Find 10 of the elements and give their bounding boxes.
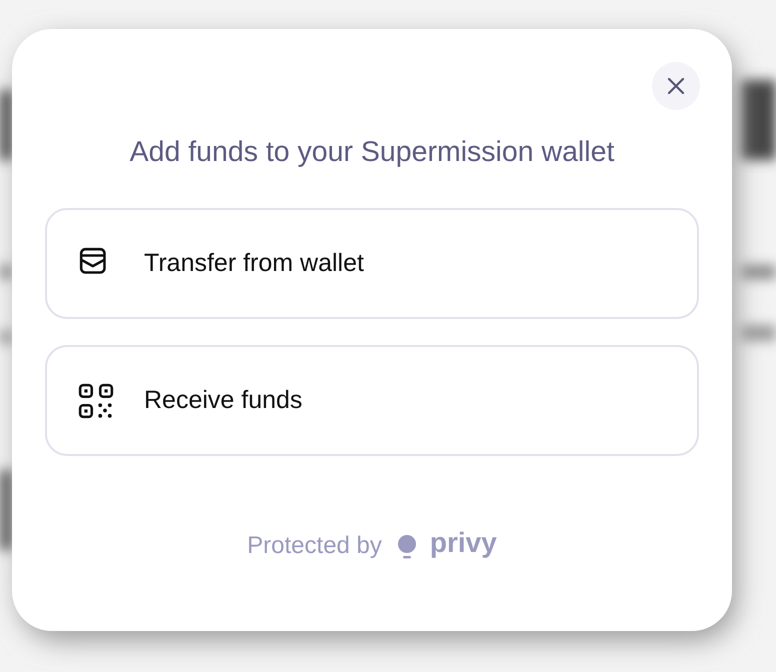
option-button[interactable]: Receive funds: [45, 345, 699, 456]
brand-name: privy: [430, 527, 497, 559]
option-button[interactable]: Transfer from wallet: [45, 208, 699, 319]
logo-icon: [396, 534, 417, 558]
qr-code-icon: [78, 382, 114, 418]
close-button[interactable]: [652, 62, 700, 110]
footer-text: Protected by: [247, 532, 382, 560]
blurred-shape: [740, 325, 776, 341]
dialog-title: Add funds to your Supermission wallet: [128, 135, 616, 170]
blurred-shape: [740, 265, 776, 279]
